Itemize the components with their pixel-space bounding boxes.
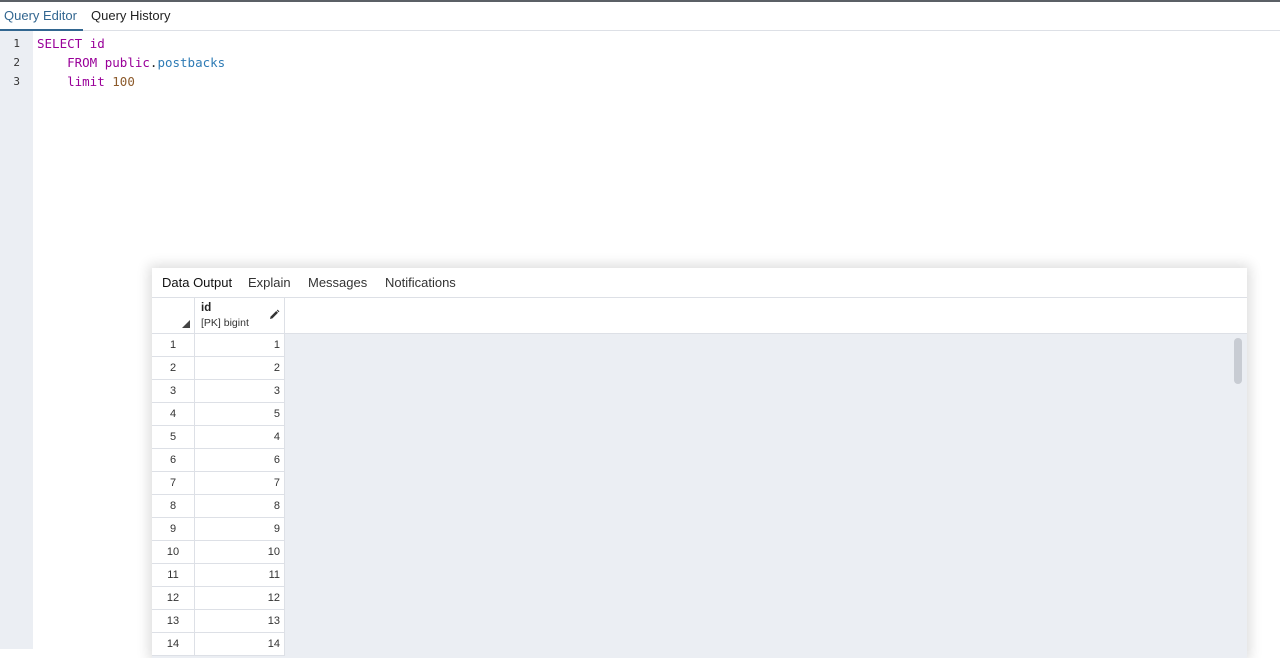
cell-id[interactable]: 7	[195, 472, 285, 494]
cell-id[interactable]: 3	[195, 380, 285, 402]
cell-id[interactable]: 2	[195, 357, 285, 379]
code-line-2[interactable]: FROM public.postbacks	[37, 53, 225, 72]
tab-query-editor[interactable]: Query Editor	[0, 2, 83, 31]
column-name: id	[201, 302, 212, 314]
sql-keyword: FROM	[67, 55, 98, 70]
cell-id[interactable]: 8	[195, 495, 285, 517]
cell-id[interactable]: 12	[195, 587, 285, 609]
cell-id[interactable]: 4	[195, 426, 285, 448]
table-row[interactable]: 11	[152, 334, 285, 357]
row-number[interactable]: 13	[152, 610, 195, 632]
line-number-gutter: 1 2 3	[0, 31, 33, 649]
table-row[interactable]: 45	[152, 403, 285, 426]
row-number[interactable]: 2	[152, 357, 195, 379]
table-row[interactable]: 11 11	[152, 564, 285, 587]
output-tab-bar: Data Output Explain Messages Notificatio…	[152, 268, 1247, 298]
tab-query-history[interactable]: Query History	[91, 2, 170, 31]
sql-number: 100	[112, 74, 135, 89]
row-number[interactable]: 8	[152, 495, 195, 517]
table-row[interactable]: 54	[152, 426, 285, 449]
tab-explain[interactable]: Explain	[248, 268, 291, 297]
vertical-scrollbar[interactable]	[1234, 338, 1242, 384]
editor-tab-bar: Query Editor Query History	[0, 2, 1280, 31]
row-number[interactable]: 9	[152, 518, 195, 540]
column-header-id[interactable]: id [PK] bigint	[195, 298, 285, 334]
row-number[interactable]: 7	[152, 472, 195, 494]
row-number[interactable]: 3	[152, 380, 195, 402]
column-type: [PK] bigint	[201, 317, 249, 329]
sql-identifier: id	[89, 36, 105, 51]
sql-table: postbacks	[157, 55, 226, 70]
code-line-3[interactable]: limit 100	[37, 72, 135, 91]
tab-messages[interactable]: Messages	[308, 268, 367, 297]
cell-id[interactable]: 14	[195, 633, 285, 655]
table-row[interactable]: 77	[152, 472, 285, 495]
cell-id[interactable]: 1	[195, 334, 285, 356]
grid-rows: 1 1 2 2 3 3 4 5 5 4 6 6 7 7 8 8 9 9 10 10 11 11 12 12 13 13 14 14	[152, 334, 285, 656]
select-all-triangle-icon	[182, 320, 190, 328]
cell-id[interactable]: 6	[195, 449, 285, 471]
table-row[interactable]: 66	[152, 449, 285, 472]
cell-id[interactable]: 11	[195, 564, 285, 586]
row-number[interactable]: 14	[152, 633, 195, 655]
table-row[interactable]: 22	[152, 357, 285, 380]
sql-keyword: limit	[67, 74, 105, 89]
table-row[interactable]: 88	[152, 495, 285, 518]
table-row[interactable]: 12 12	[152, 587, 285, 610]
line-number: 2	[13, 56, 20, 69]
row-number[interactable]: 6	[152, 449, 195, 471]
table-row[interactable]: 10 10	[152, 541, 285, 564]
results-panel: Data Output Explain Messages Notificatio…	[152, 268, 1247, 658]
row-number[interactable]: 5	[152, 426, 195, 448]
cell-id[interactable]: 10	[195, 541, 285, 563]
data-grid: id [PK] bigint 1 1 2 2 3 3 4 5 5 4 6 6 7 7 8 8 9 9 10 10 11 1…	[152, 298, 1247, 658]
row-number[interactable]: 4	[152, 403, 195, 425]
tab-notifications[interactable]: Notifications	[385, 268, 456, 297]
line-number: 1	[13, 37, 20, 50]
table-row[interactable]: 13 13	[152, 610, 285, 633]
cell-id[interactable]: 13	[195, 610, 285, 632]
table-row[interactable]: 99	[152, 518, 285, 541]
code-line-1[interactable]: SELECT id	[37, 34, 105, 53]
select-all-cell[interactable]	[152, 298, 195, 334]
row-number[interactable]: 1	[152, 334, 195, 356]
row-number[interactable]: 12	[152, 587, 195, 609]
sql-schema: public	[104, 55, 150, 70]
cell-id[interactable]: 5	[195, 403, 285, 425]
row-number[interactable]: 10	[152, 541, 195, 563]
grid-header: id [PK] bigint	[152, 298, 1247, 334]
table-row[interactable]: 33	[152, 380, 285, 403]
line-number: 3	[13, 75, 20, 88]
pencil-icon[interactable]	[268, 309, 280, 321]
cell-id[interactable]: 9	[195, 518, 285, 540]
row-number[interactable]: 11	[152, 564, 195, 586]
table-row[interactable]: 14 14	[152, 633, 285, 656]
sql-keyword: SELECT	[37, 36, 83, 51]
tab-data-output[interactable]: Data Output	[162, 268, 232, 297]
